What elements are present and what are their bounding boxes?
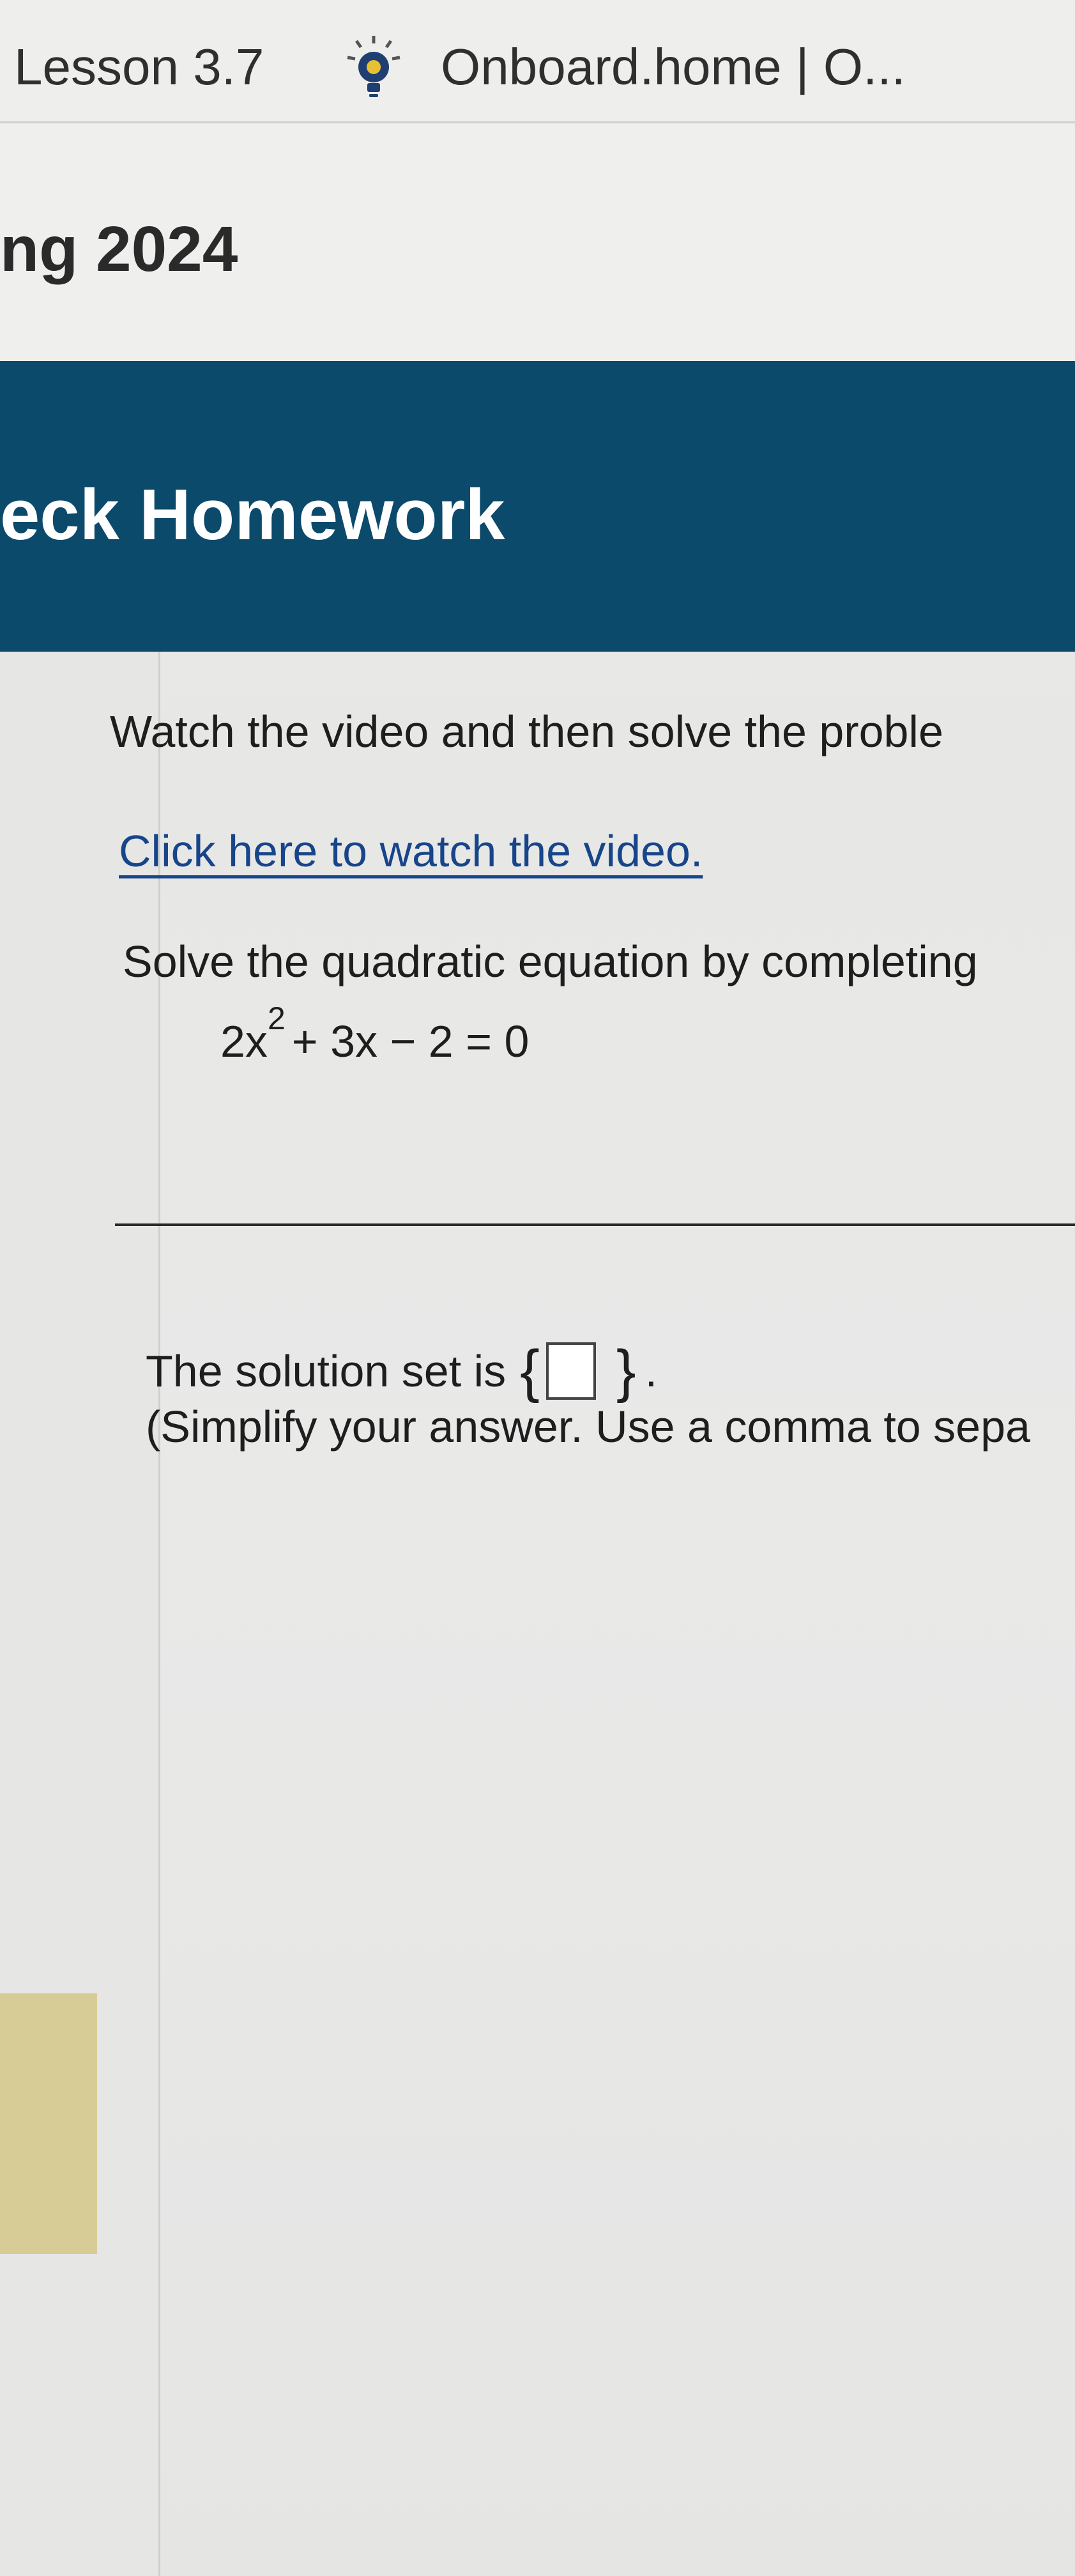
equation-exponent: 2 (267, 1000, 286, 1036)
close-brace: } (616, 1338, 636, 1404)
bookmark-lesson[interactable]: Lesson 3.7 (14, 26, 264, 109)
problem-statement: Solve the quadratic equation by completi… (123, 937, 978, 986)
answer-suffix: . (644, 1346, 658, 1396)
answer-prefix: The solution set is (146, 1346, 507, 1396)
bookmark-onboard[interactable]: Onboard.home | O... (441, 26, 906, 109)
equation-term-coefficient: 2x (220, 1016, 268, 1066)
instructions-text: Watch the video and then solve the probl… (110, 707, 943, 756)
answer-hint: (Simplify your answer. Use a comma to se… (146, 1402, 1030, 1452)
section-divider (115, 1223, 1075, 1226)
bookmarks-bar: Lesson 3.7 Onboard.home | O... (0, 0, 1075, 123)
course-title: ng 2024 (0, 213, 238, 285)
bookmark-onboard-label: Onboard.home | O... (441, 38, 906, 95)
lightbulb-icon[interactable] (332, 26, 415, 109)
current-question-indicator[interactable] (0, 1993, 97, 2254)
answer-row: The solution set is { } . (146, 1342, 657, 1400)
equation-remainder: + 3x − 2 = 0 (291, 1016, 530, 1066)
lightbulb-icon-graphic (347, 36, 400, 97)
homework-title: eck Homework (0, 475, 505, 555)
open-brace: { (520, 1338, 540, 1404)
watch-video-link[interactable]: Click here to watch the video. (119, 829, 703, 873)
quadratic-equation: 2x 2 + 3x − 2 = 0 (220, 1002, 530, 1066)
bookmark-lesson-label: Lesson 3.7 (14, 38, 264, 95)
solution-set-input[interactable] (545, 1342, 596, 1400)
